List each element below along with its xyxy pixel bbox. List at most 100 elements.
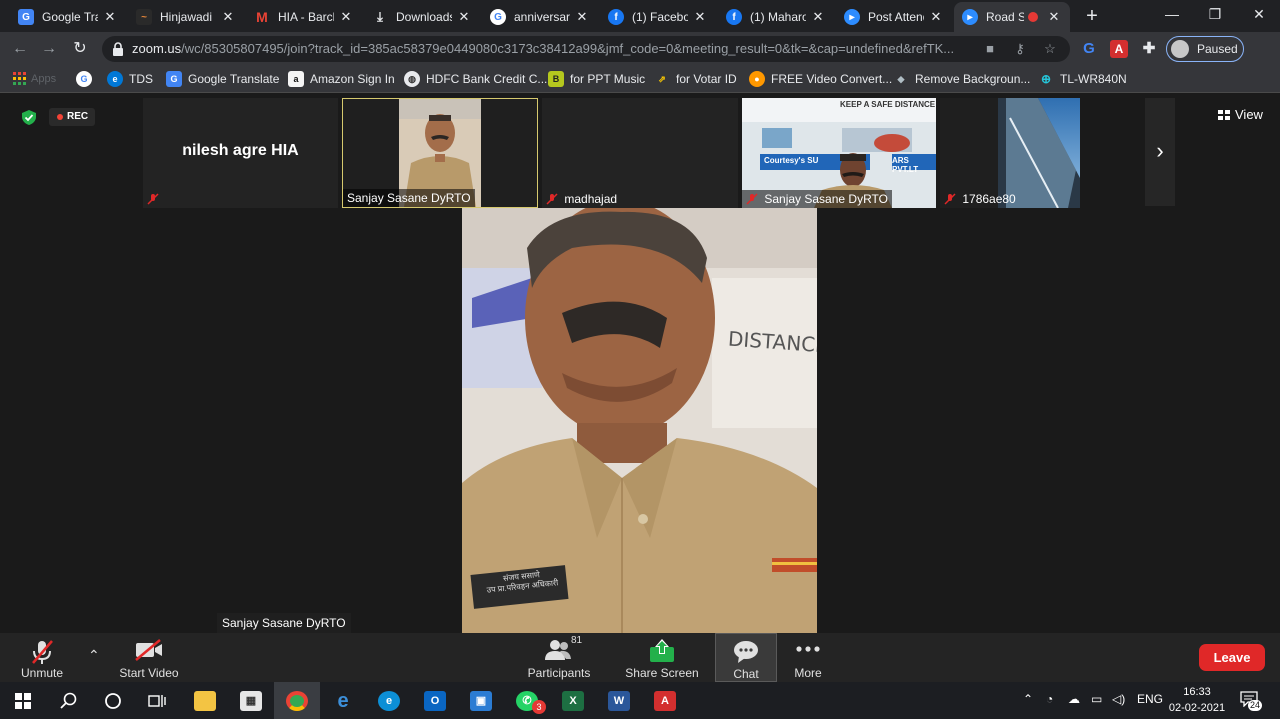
start-button[interactable] [0,682,46,719]
participants-button[interactable]: Participants [524,633,594,682]
battery-icon[interactable]: ▭ [1091,692,1102,706]
close-tab-icon[interactable]: ✕ [928,9,944,25]
view-button[interactable]: View [1218,107,1263,122]
show-hidden-icons-chevron-icon[interactable]: ⌃ [1023,692,1033,706]
bookmark-apps[interactable]: Apps [13,70,56,88]
new-tab-button[interactable]: + [1080,4,1104,28]
taskbar-whatsapp[interactable]: ✆ 3 [504,682,550,719]
taskbar-app[interactable]: ▣ [458,682,504,719]
more-dots-icon [796,646,820,652]
close-tab-icon[interactable]: ✕ [692,9,708,25]
chat-button[interactable]: Chat [715,633,777,682]
taskbar-file-explorer[interactable] [182,682,228,719]
taskbar-outlook[interactable]: O [412,682,458,719]
zoom-icon: ▸ [844,9,860,25]
system-clock[interactable]: 16:33 02-02-2021 [1160,684,1234,716]
bookmark-ppt-music[interactable]: B for PPT Music [548,70,645,88]
bookmark-remove-background[interactable]: ◆ Remove Backgroun... [893,70,1031,88]
participant-name-tag: madhajad [542,190,621,208]
tab-google-translate[interactable]: G Google Tra ✕ [10,2,126,32]
recording-label: REC [67,111,89,122]
bookmark-google[interactable]: G [76,70,98,88]
tab-facebook-1[interactable]: f (1) Faceboo ✕ [600,2,716,32]
task-view-button[interactable] [134,682,180,719]
bookmark-tds[interactable]: e TDS [107,70,153,88]
cortana-button[interactable] [90,682,136,719]
taskbar-excel[interactable]: X [550,682,596,719]
taskbar-edge[interactable]: e [366,682,412,719]
tab-road-safety-active[interactable]: ▸ Road S ✕ [954,2,1070,32]
acrobat-icon: A [654,690,676,711]
bookmark-amazon[interactable]: a Amazon Sign In [288,70,395,88]
participant-tile-madhajad[interactable]: madhajad [542,98,738,208]
audio-options-chevron-icon[interactable]: ⌃ [88,647,100,664]
participants-label: Participants [527,666,591,680]
close-tab-icon[interactable]: ✕ [456,9,472,25]
start-video-button[interactable]: Start Video [114,633,184,682]
more-button[interactable]: More [780,633,836,682]
encryption-shield-icon[interactable] [22,110,36,125]
bookmark-tl-wr840n[interactable]: ⊕ TL-WR840N [1038,70,1127,88]
taskbar-acrobat[interactable]: A [642,682,688,719]
minimize-window-button[interactable]: — [1149,0,1195,30]
next-page-chevron-icon[interactable]: › [1145,98,1175,206]
onedrive-cloud-icon[interactable]: ☁ [1068,692,1080,706]
participant-name-tag: 1786ae80 [940,190,1020,208]
participant-tile-sanjay-2[interactable]: KEEP A SAFE DISTANCE Courtesy's SU ARS P… [742,98,936,208]
recording-badge[interactable]: REC [49,108,95,126]
close-tab-icon[interactable]: ✕ [1046,9,1062,25]
bookmark-hdfc[interactable]: ◍ HDFC Bank Credit C... [404,70,547,88]
taskbar-internet-explorer[interactable]: e [320,682,366,719]
close-tab-icon[interactable]: ✕ [102,9,118,25]
tab-facebook-2[interactable]: f (1) Maharo ✕ [718,2,834,32]
excel-icon: X [562,690,584,711]
tab-gmail[interactable]: M HIA - Barcla ✕ [246,2,362,32]
camera-blocked-icon[interactable]: ■ [982,41,998,57]
extensions-puzzle-icon[interactable]: ✚ [1140,40,1158,58]
forward-button[interactable]: → [38,38,60,60]
action-center-button[interactable]: 24 [1240,691,1263,711]
participant-tile-sanjay-1[interactable]: Sanjay Sasane DyRTO [342,98,538,208]
search-button[interactable] [46,682,92,719]
taskbar-chrome[interactable] [274,682,320,719]
key-icon[interactable]: ⚷ [1012,41,1028,57]
participant-name-tag: Sanjay Sasane DyRTO [742,190,892,208]
search-icon [60,692,77,709]
volume-icon[interactable]: ◁) [1112,692,1125,706]
restore-window-button[interactable]: ❐ [1192,0,1238,30]
unmute-button[interactable]: Unmute [10,633,74,682]
layers-icon: ◆ [897,74,905,84]
edge-icon: e [378,690,400,711]
address-bar[interactable]: zoom.us/wc/85305807495/join?track_id=385… [102,36,1070,62]
taskbar-word[interactable]: W [596,682,642,719]
bookmark-star-icon[interactable]: ☆ [1042,41,1058,57]
close-tab-icon[interactable]: ✕ [574,9,590,25]
url-text: zoom.us/wc/85305807495/join?track_id=385… [132,41,972,56]
reload-button[interactable]: ↻ [69,38,91,60]
bookmark-votar-id[interactable]: ⇗ for Votar ID [654,70,737,88]
bookmark-label: for Votar ID [676,72,737,86]
tab-anniversary[interactable]: G anniversary ✕ [482,2,598,32]
participant-tile-1786ae80[interactable]: 1786ae80 [940,98,1080,208]
participants-icon [545,640,571,660]
leave-meeting-button[interactable]: Leave [1199,644,1265,671]
wifi-icon[interactable]: ◔ [1046,692,1053,706]
close-window-button[interactable]: ✕ [1236,0,1280,30]
back-button[interactable]: ← [9,38,31,60]
tab-hinjawadi[interactable]: ~ Hinjawadi I ✕ [128,2,244,32]
close-tab-icon[interactable]: ✕ [338,9,354,25]
tab-post-attend[interactable]: ▸ Post Attend ✕ [836,2,952,32]
zoom-icon: ▸ [962,9,978,25]
bookmark-google-translate[interactable]: G Google Translate [166,70,279,88]
google-extension-icon[interactable]: G [1080,40,1098,58]
bookmark-video-converter[interactable]: ● FREE Video Convert... [749,70,892,88]
taskbar-store[interactable]: ▦ [228,682,274,719]
participant-tile-nilesh[interactable]: nilesh agre HIA [143,98,338,208]
close-tab-icon[interactable]: ✕ [810,9,826,25]
share-screen-button[interactable]: Share Screen [622,633,702,682]
tab-title: Post Attend [868,10,924,24]
pdf-extension-icon[interactable]: A [1110,40,1128,58]
close-tab-icon[interactable]: ✕ [220,9,236,25]
tab-downloads[interactable]: ⤓ Downloads ✕ [364,2,480,32]
profile-paused-button[interactable]: Paused [1166,36,1244,62]
